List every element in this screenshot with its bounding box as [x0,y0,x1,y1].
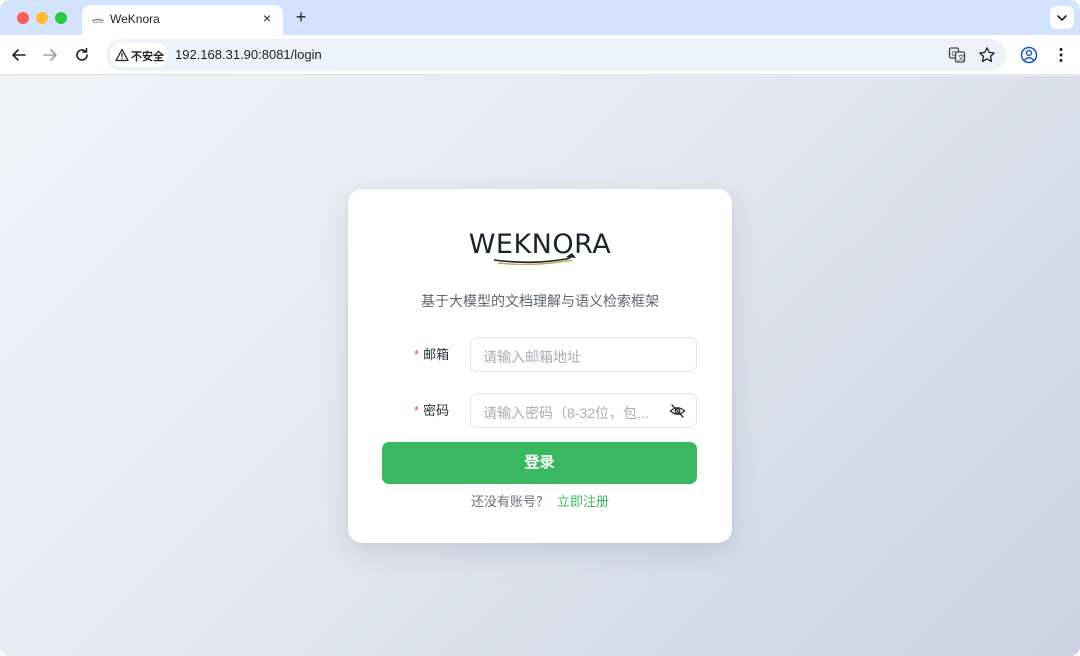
logo-wave-icon [493,253,576,266]
bookmark-star-icon[interactable] [978,46,996,64]
reload-icon[interactable] [73,46,91,64]
required-mark: * [414,347,420,362]
favicon-icon [91,18,105,24]
more-vert-icon[interactable] [1052,46,1070,64]
password-label: * 密码 [414,400,449,419]
required-mark: * [414,403,420,418]
email-field[interactable]: 请输入邮箱地址 [470,337,697,372]
svg-text:G: G [951,50,956,58]
new-tab-button[interactable]: + [292,8,310,26]
password-label-text: 密码 [423,403,450,418]
security-label: 不安全 [131,51,164,63]
email-placeholder: 请输入邮箱地址 [483,349,581,365]
forward-arrow-icon[interactable] [41,46,59,64]
password-field[interactable]: 请输入密码（8-32位，包... [470,393,697,428]
email-label: * 邮箱 [414,344,449,363]
tab-close-icon[interactable]: × [259,10,275,26]
login-card: WEKNORA 基于大模型的文档理解与语义检索框架 * 邮箱 请输入邮箱地址 * 密… [348,189,732,543]
chevron-down-icon [1057,15,1067,21]
tab-title: WeKnora [110,12,160,26]
tab-strip: WeKnora × + [0,0,1080,35]
weknora-logo: WEKNORA [462,227,618,271]
eye-off-icon[interactable] [669,403,686,419]
page-viewport: WEKNORA 基于大模型的文档理解与语义检索框架 * 邮箱 请输入邮箱地址 * 密… [0,76,1080,656]
password-placeholder: 请输入密码（8-32位，包... [483,405,649,421]
browser-window: WeKnora × + 不安全 192.168.31.90:8081/login… [0,0,1080,656]
close-window-button[interactable] [17,12,29,24]
minimize-window-button[interactable] [36,12,48,24]
page-subtitle: 基于大模型的文档理解与语义检索框架 [421,293,659,309]
back-arrow-icon[interactable] [10,46,28,64]
browser-toolbar: 不安全 192.168.31.90:8081/login G 文 [0,35,1080,75]
login-button[interactable]: 登录 [382,442,697,484]
profile-icon[interactable] [1020,46,1038,64]
register-row: 还没有账号？ 立即注册 [348,491,732,510]
register-link[interactable]: 立即注册 [557,494,609,509]
svg-text:文: 文 [958,53,965,62]
translate-icon[interactable]: G 文 [948,46,966,64]
tab-search-button[interactable] [1050,6,1074,29]
warning-icon [115,48,129,62]
address-bar[interactable]: 不安全 192.168.31.90:8081/login G 文 [106,39,1006,71]
url-text[interactable]: 192.168.31.90:8081/login [175,47,322,62]
email-label-text: 邮箱 [423,347,450,362]
tab-weknora[interactable]: WeKnora × [82,5,283,35]
site-security-chip[interactable]: 不安全 [110,43,168,67]
zoom-window-button[interactable] [55,12,67,24]
no-account-text: 还没有账号？ [470,494,549,509]
